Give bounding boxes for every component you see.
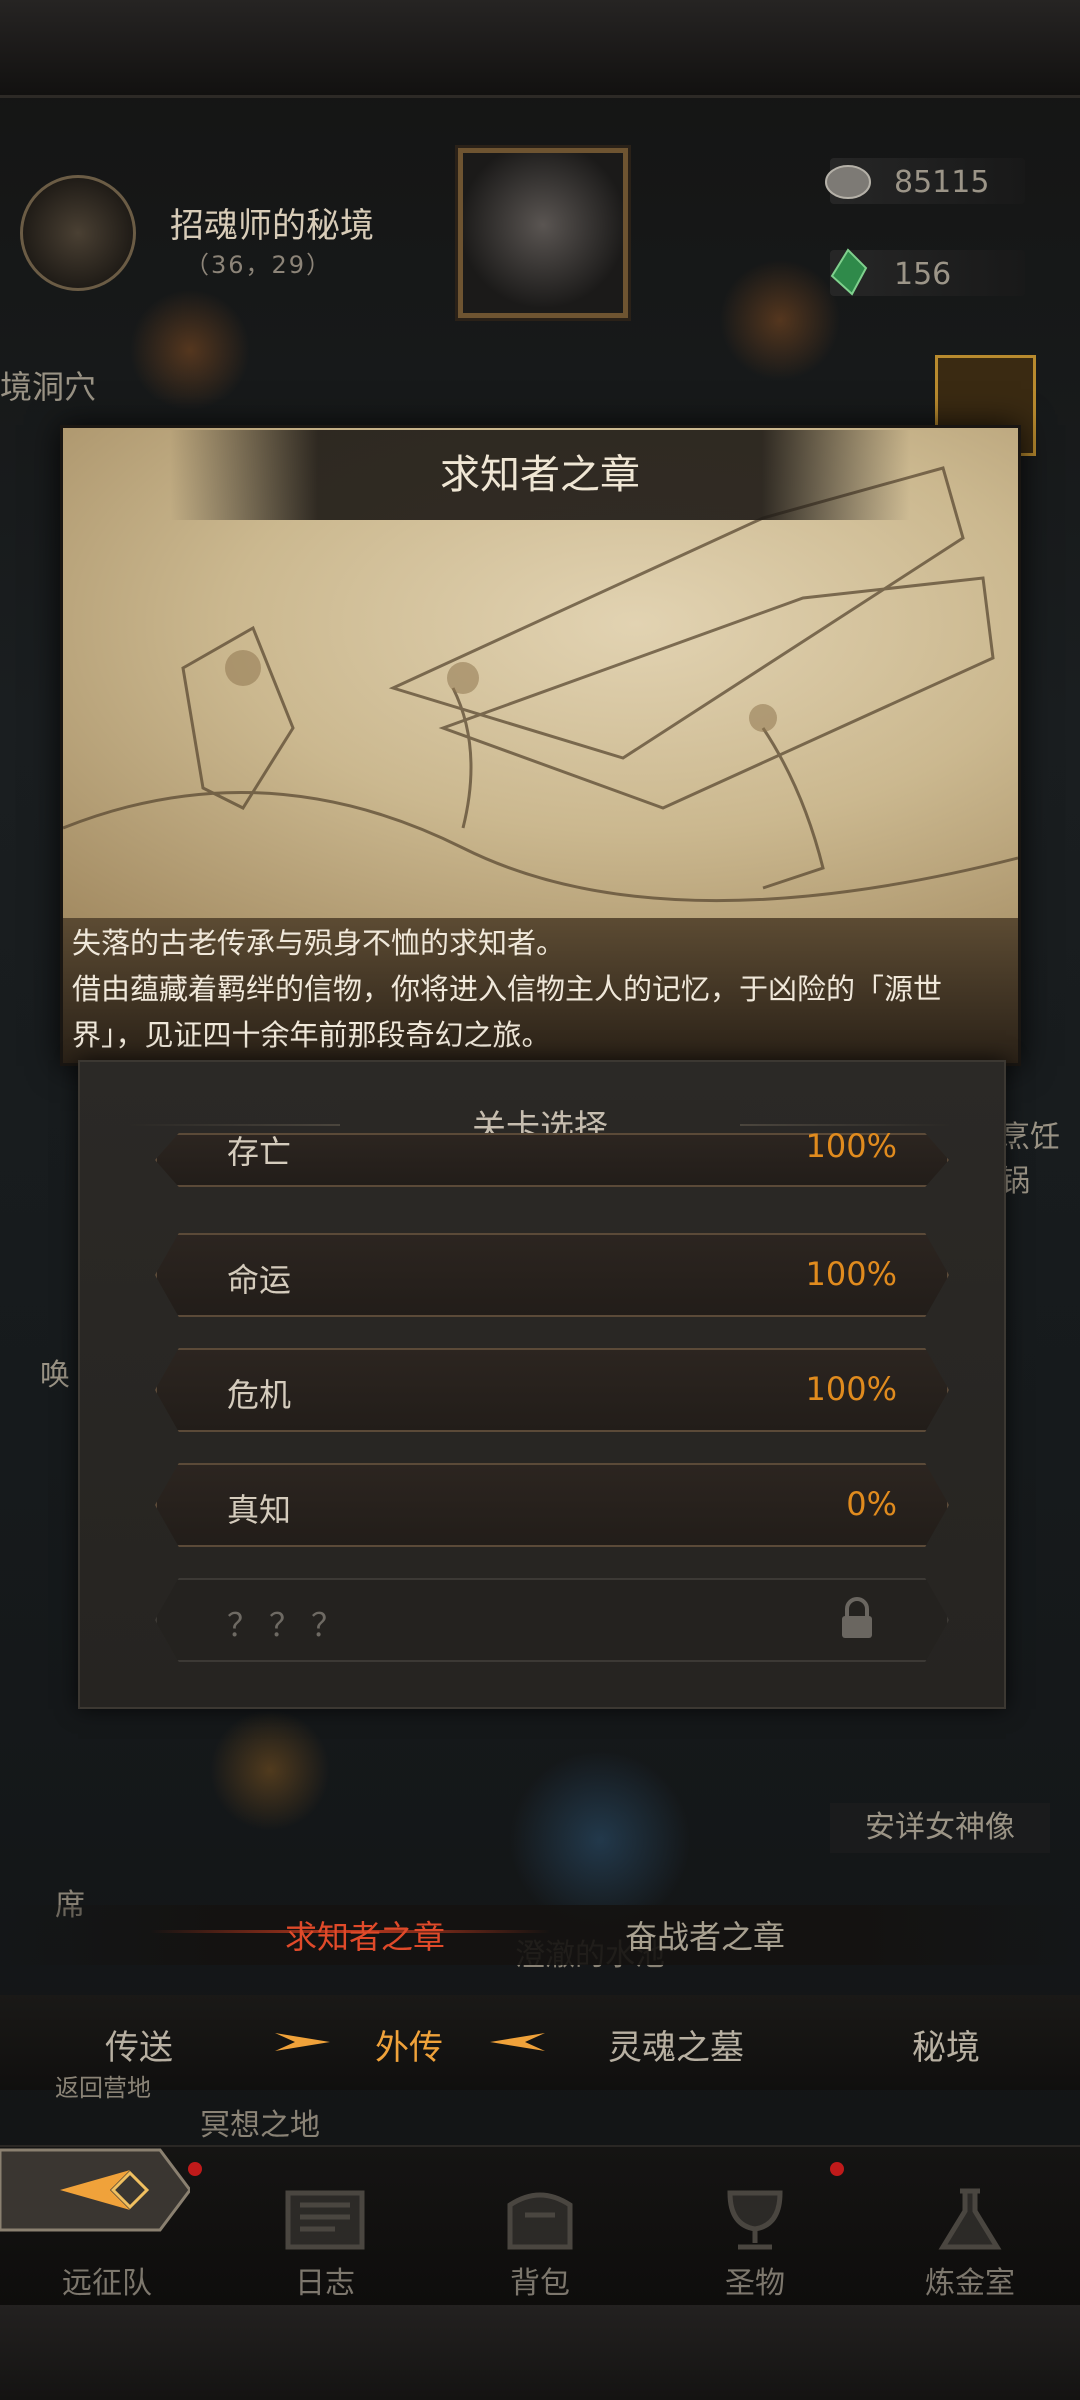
- stage-name: 危机: [227, 1376, 292, 1414]
- stage-item-locked[interactable]: ？？？: [155, 1578, 949, 1662]
- map-label-cave[interactable]: 境洞穴: [0, 362, 96, 408]
- stage-item-weiji[interactable]: 危机 100%: [155, 1348, 949, 1432]
- silver-amount: 85115: [894, 165, 990, 200]
- location-coords: （36，29）: [185, 251, 333, 279]
- chapter-tab-seeker[interactable]: 求知者之章: [285, 1912, 445, 1958]
- description-line-1: 失落的古老传承与殒身不恤的求知者。: [72, 926, 566, 960]
- tab-side-story[interactable]: 外传: [375, 2020, 443, 2069]
- back-to-camp-label[interactable]: 返回营地: [55, 2068, 151, 2103]
- nav-alchemy[interactable]: 炼金室: [880, 2258, 1060, 2302]
- map-label-statue[interactable]: 安详女神像: [830, 1803, 1050, 1853]
- chapter-title: 求知者之章: [440, 452, 640, 498]
- nav-expedition[interactable]: 远征队: [17, 2258, 197, 2302]
- lock-icon: [842, 1597, 872, 1638]
- silver-resource: 85115: [825, 158, 1025, 204]
- notification-dot: [188, 2162, 202, 2176]
- green-gem-icon: [830, 248, 868, 296]
- silver-coin-icon: [825, 165, 871, 199]
- map-label-meditate[interactable]: 冥想之地: [200, 2100, 320, 2144]
- description-line-2: 借由蕴藏着羁绊的信物，你将进入信物主人的记忆，于凶险的「源世界」，见证四十余年前…: [72, 972, 943, 1052]
- character-portrait[interactable]: [458, 148, 628, 318]
- stage-name: 真知: [227, 1491, 292, 1529]
- gem-resource: 156: [830, 248, 1025, 296]
- journal-icon: [285, 2190, 365, 2250]
- stage-progress: 0%: [846, 1485, 897, 1523]
- relic-chalice-icon: [727, 2190, 783, 2250]
- gem-amount: 156: [894, 257, 952, 292]
- stage-item-cunwang[interactable]: 存亡 100%: [155, 1133, 949, 1187]
- stage-name: 存亡: [227, 1133, 292, 1171]
- stage-progress: 100%: [805, 1255, 897, 1293]
- active-nav-indicator-icon: [0, 2148, 190, 2232]
- bottom-frame: [0, 2305, 1080, 2400]
- backpack-icon: [507, 2192, 573, 2250]
- nav-backpack[interactable]: 背包: [450, 2258, 630, 2302]
- location-emblem-icon[interactable]: [20, 175, 136, 291]
- tab-soul-tomb[interactable]: 灵魂之墓: [608, 2020, 744, 2069]
- nav-relic[interactable]: 圣物: [665, 2258, 845, 2302]
- alchemy-icon: [938, 2188, 1002, 2250]
- stage-progress: 100%: [805, 1370, 897, 1408]
- top-frame: [0, 0, 1080, 98]
- chapter-tab-fighter[interactable]: 奋战者之章: [625, 1912, 785, 1958]
- wing-left-icon: [275, 2033, 330, 2051]
- tab-teleport[interactable]: 传送: [105, 2020, 173, 2069]
- chapter-tab-bar: [0, 1905, 1080, 1965]
- wing-right-icon: [490, 2033, 545, 2051]
- map-label-huan[interactable]: 唤: [40, 1350, 70, 1394]
- stage-name: 命运: [227, 1261, 292, 1299]
- tab-secret-realm[interactable]: 秘境: [912, 2020, 980, 2069]
- notification-dot: [830, 2162, 844, 2176]
- nav-journal[interactable]: 日志: [235, 2258, 415, 2302]
- map-label-cooking[interactable]: 烹饪锅: [1000, 1112, 1080, 1200]
- stage-name: ？？？: [227, 1606, 354, 1644]
- location-name: 招魂师的秘境: [170, 206, 374, 246]
- stage-item-mingyun[interactable]: 命运 100%: [155, 1233, 949, 1317]
- stage-item-zhenzhi[interactable]: 真知 0%: [155, 1463, 949, 1547]
- chapter-description: 失落的古老传承与殒身不恤的求知者。 借由蕴藏着羁绊的信物，你将进入信物主人的记忆…: [72, 920, 997, 1058]
